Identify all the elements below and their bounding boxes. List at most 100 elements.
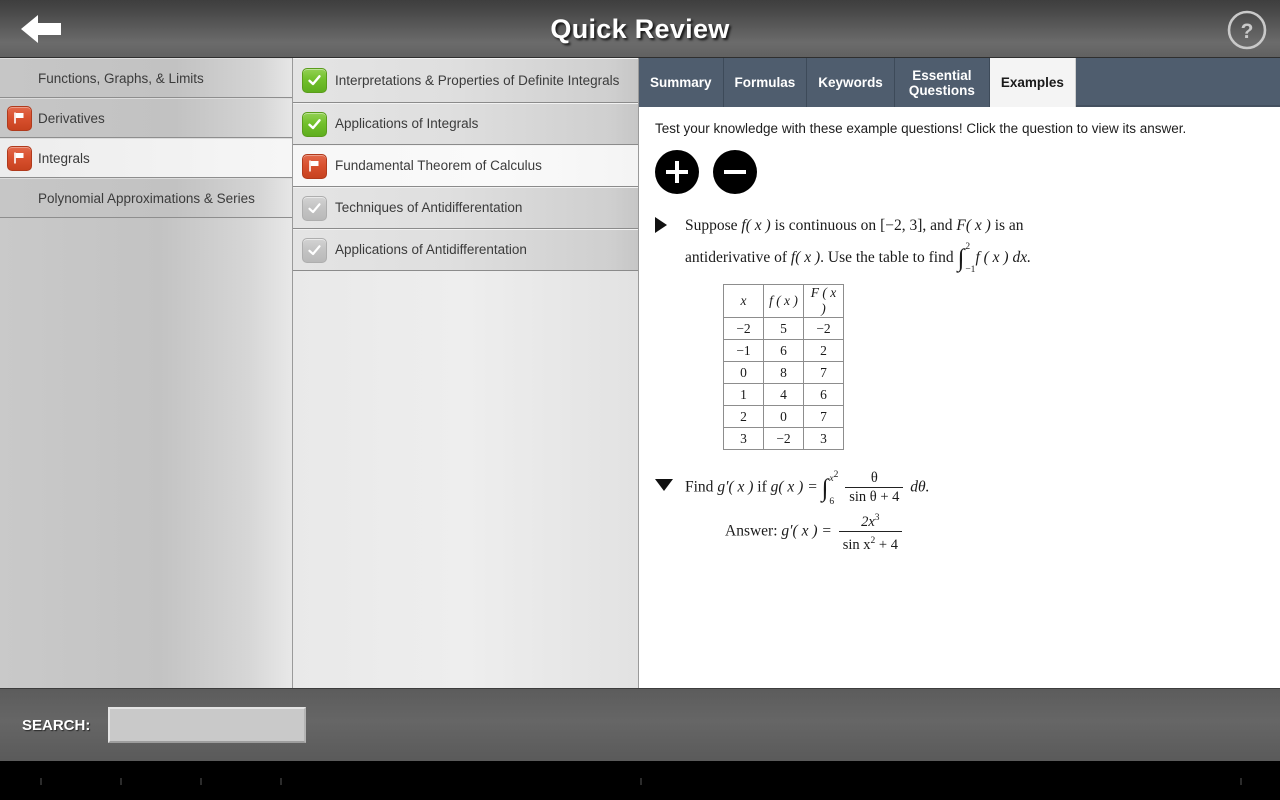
search-bar: SEARCH: [0, 688, 1280, 761]
intro-text: Test your knowledge with these example q… [655, 121, 1187, 136]
question-mark-icon[interactable]: ? [1226, 9, 1268, 51]
tab-examples[interactable]: Examples [989, 58, 1076, 107]
answer-label: Answer: [725, 522, 778, 540]
sidebar-item-functions[interactable]: Functions, Graphs, & Limits [0, 58, 292, 98]
app-header: Quick Review ? [0, 0, 1280, 58]
flag-icon [6, 145, 32, 171]
app-root: Quick Review ? Functions, Graphs, & Limi… [0, 0, 1280, 800]
q2-integral: ∫ x2 6 [821, 470, 839, 507]
topic-item-label: Fundamental Theorem of Calculus [335, 158, 542, 173]
status-slot [293, 237, 335, 263]
status-slot [0, 138, 38, 178]
topic-item-label: Applications of Antidifferentation [335, 242, 527, 257]
question-body: Suppose f( x ) is continuous on [−2, 3],… [685, 210, 1264, 456]
sidebar-item-label: Derivatives [38, 110, 105, 126]
check-icon [301, 195, 327, 221]
q1-text-b: is continuous on [774, 217, 877, 234]
integral-limits: 2 −1 [965, 242, 975, 275]
tab-formulas[interactable]: Formulas [723, 58, 808, 107]
table-cell: −2 [803, 317, 844, 341]
fraction-numerator: 2x3 [839, 510, 902, 531]
table-cell: 3 [723, 427, 764, 451]
q1-text-d: is an [994, 217, 1024, 234]
table-cell: 1 [723, 383, 764, 407]
table-header-row: x f ( x ) F ( x ) [723, 284, 844, 319]
status-slot [293, 68, 335, 93]
search-input[interactable] [108, 707, 307, 743]
table-row: −2 5 −2 [723, 317, 844, 341]
table-row: 1 4 6 [723, 383, 844, 407]
collapse-all-button[interactable] [713, 150, 757, 194]
minus-icon [724, 161, 746, 183]
q1-text-f: . Use the table to find [820, 249, 954, 266]
topic-list: Interpretations & Properties of Definite… [293, 58, 639, 688]
status-slot [293, 195, 335, 221]
tab-keywords[interactable]: Keywords [807, 58, 895, 107]
system-navigation-bar [0, 761, 1280, 800]
sidebar-item-derivatives[interactable]: Derivatives [0, 98, 292, 138]
topic-item-techniques[interactable]: Techniques of Antidifferentation [293, 187, 638, 229]
table-cell: 4 [763, 383, 804, 407]
table-cell: −2 [763, 427, 804, 451]
tab-bar-filler [1075, 58, 1280, 107]
q2-gprime: g′( x ) [717, 479, 754, 496]
sidebar-item-polynomial[interactable]: Polynomial Approximations & Series [0, 178, 292, 218]
den-tail: + 4 [878, 537, 898, 554]
question-item-1[interactable]: Suppose f( x ) is continuous on [−2, 3],… [655, 210, 1264, 456]
table-cell: 7 [803, 405, 844, 429]
q1-text-a: Suppose [685, 217, 738, 234]
q2-text-a: Find [685, 479, 714, 496]
main-body: Functions, Graphs, & Limits Derivatives [0, 58, 1280, 688]
topic-item-fundamental-theorem[interactable]: Fundamental Theorem of Calculus [293, 145, 638, 187]
table-cell: 6 [803, 383, 844, 407]
sidebar-item-label: Polynomial Approximations & Series [38, 190, 255, 206]
q1-args-1: ( x ) [745, 217, 771, 234]
sidebar-item-integrals[interactable]: Integrals [0, 138, 292, 178]
nav-dot [1240, 778, 1242, 785]
status-slot [293, 153, 335, 179]
search-label: SEARCH: [22, 716, 91, 734]
tab-summary[interactable]: Summary [639, 58, 724, 107]
tab-essential-questions[interactable]: Essential Questions [894, 58, 990, 107]
status-slot [0, 58, 38, 98]
num-exp: 3 [874, 513, 880, 524]
disclosure-triangle-collapsed-icon[interactable] [655, 210, 685, 456]
nav-dot [120, 778, 122, 785]
expand-all-button[interactable] [655, 150, 699, 194]
question-item-2[interactable]: Find g′( x ) if g( x ) = ∫ x2 6 θ sin θ + … [655, 470, 1264, 554]
q1-text-e: antiderivative of [685, 249, 787, 266]
table-cell: −1 [723, 339, 764, 363]
question-2-answer: Answer: g′( x ) = 2x3 sin x2 + 4 [725, 510, 1264, 554]
question-1-line-1: Suppose f( x ) is continuous on [−2, 3],… [685, 210, 1264, 242]
integral-limits: x2 6 [829, 470, 838, 507]
integral-lower-limit: −1 [965, 264, 976, 275]
flag-icon [6, 105, 32, 131]
topic-item-interpretations[interactable]: Interpretations & Properties of Definite… [293, 58, 638, 103]
fraction-denominator: sin x2 + 4 [838, 531, 902, 554]
sidebar-units: Functions, Graphs, & Limits Derivatives [0, 58, 293, 688]
table-cell: −2 [723, 317, 764, 341]
table-header-cell: x [723, 284, 764, 319]
q2-text-b: if [757, 479, 767, 496]
value-table: x f ( x ) F ( x ) −2 5 −2 −1 6 2 0 8 7 1… [723, 284, 844, 451]
expand-controls [655, 150, 1264, 194]
fraction-denominator: sin θ + 4 [845, 487, 904, 506]
answer-gprime: g′( x ) = [781, 522, 832, 540]
table-cell: 0 [723, 361, 764, 385]
disclosure-triangle-expanded-icon[interactable] [655, 470, 685, 554]
question-2-prompt: Find g′( x ) if g( x ) = ∫ x2 6 θ sin θ + … [685, 470, 1264, 507]
upper-exp: 2 [833, 469, 839, 480]
q1-integrand: f ( x ) dx. [975, 249, 1031, 266]
examples-content: Test your knowledge with these example q… [639, 107, 1280, 688]
topic-item-applications-antidiff[interactable]: Applications of Antidifferentation [293, 229, 638, 271]
den-exp: 2 [870, 536, 876, 547]
q1-text-c: , and [922, 217, 953, 234]
topic-item-label: Techniques of Antidifferentation [335, 200, 523, 215]
topic-item-applications-integrals[interactable]: Applications of Integrals [293, 103, 638, 145]
q2-g-of-x: g( x ) = [770, 479, 818, 496]
sidebar-item-label: Functions, Graphs, & Limits [38, 70, 204, 86]
q1-interval: [−2, 3] [880, 217, 923, 234]
nav-dot [280, 778, 282, 785]
integral-sign-icon: ∫ [821, 474, 829, 502]
table-cell: 6 [763, 339, 804, 363]
